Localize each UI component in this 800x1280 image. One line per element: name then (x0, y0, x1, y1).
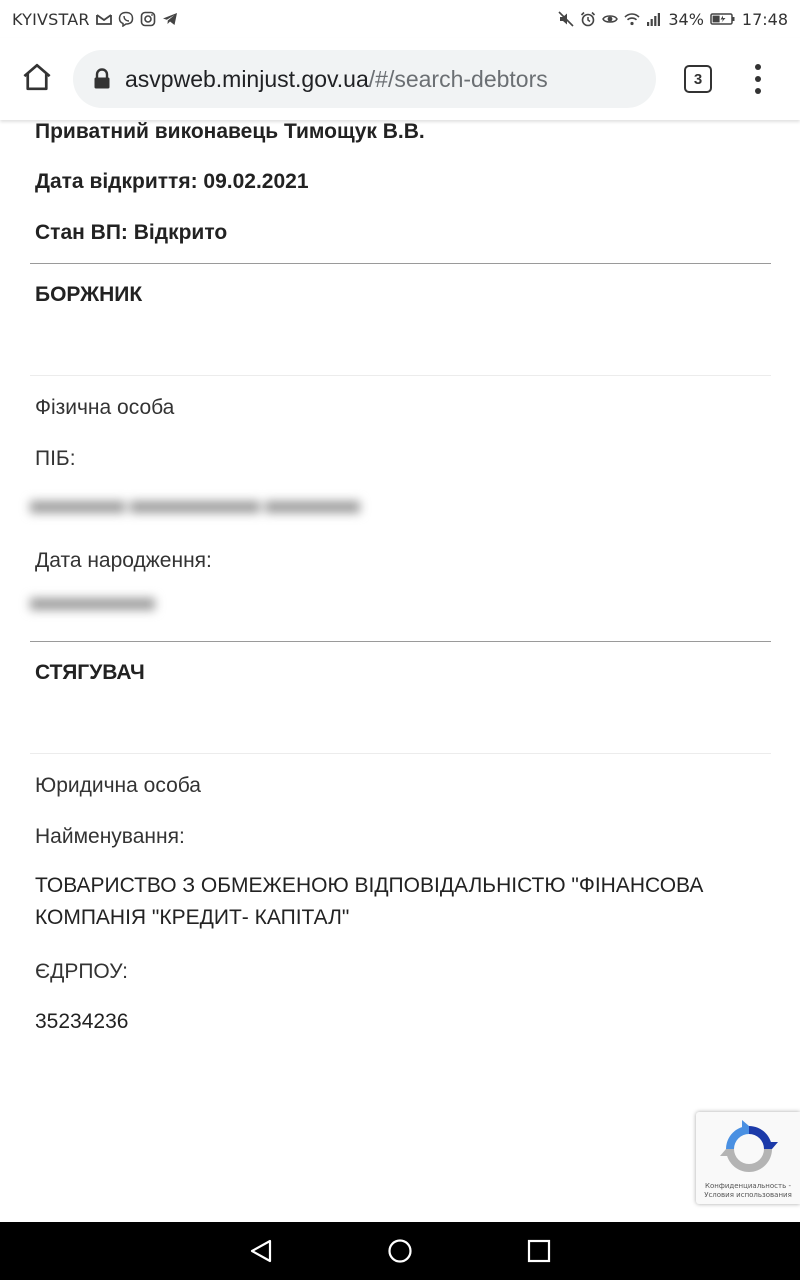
back-icon[interactable] (248, 1238, 274, 1264)
recaptcha-terms-link[interactable]: Условия использования (704, 1191, 792, 1199)
debtor-name-label: ПІБ: (35, 447, 76, 470)
status-left: KYIVSTAR (12, 10, 178, 29)
alarm-icon (580, 11, 596, 27)
url-text: asvpweb.minjust.gov.ua/#/search-debtors (125, 66, 548, 93)
tab-switcher-button[interactable]: 3 (684, 65, 712, 93)
viber-icon (118, 11, 134, 27)
menu-dot (755, 88, 761, 94)
proceeding-status: Стан ВП: Відкрито (35, 221, 228, 244)
debtor-person-type: Фізична особа (35, 396, 175, 419)
overflow-menu-button[interactable] (744, 60, 772, 98)
section-divider (30, 641, 771, 642)
status-right: 34% 17:48 (558, 10, 788, 29)
signal-icon (646, 11, 662, 27)
menu-dot (755, 76, 761, 82)
recaptcha-privacy-link[interactable]: Конфиденциальность (705, 1182, 786, 1190)
redacted-name (30, 501, 360, 521)
home-icon (23, 63, 51, 91)
debtor-birth-label: Дата народження: (35, 549, 212, 572)
url-host: asvpweb.minjust.gov.ua (125, 65, 369, 92)
subsection-divider (30, 375, 771, 376)
subsection-divider (30, 753, 771, 754)
recaptcha-links: Конфиденциальность - Условия использован… (700, 1182, 796, 1200)
section-divider (30, 263, 771, 264)
status-bar: KYIVSTAR 34% 17:48 (0, 0, 800, 38)
address-bar[interactable]: asvpweb.minjust.gov.ua/#/search-debtors (73, 50, 656, 108)
recaptcha-badge[interactable]: Конфиденциальность - Условия использован… (696, 1112, 800, 1204)
creditor-name-label: Найменування: (35, 825, 185, 848)
eye-comfort-icon (602, 11, 619, 27)
system-nav-bar (0, 1222, 800, 1280)
executor-name: Приватний виконавець Тимощук В.В. (35, 120, 425, 143)
debtor-heading: БОРЖНИК (35, 283, 143, 306)
home-nav-icon[interactable] (387, 1238, 413, 1264)
carrier-name: KYIVSTAR (12, 9, 90, 29)
browser-toolbar: asvpweb.minjust.gov.ua/#/search-debtors … (0, 38, 800, 120)
url-path: /#/search-debtors (368, 65, 548, 92)
recent-apps-icon[interactable] (527, 1239, 551, 1263)
lock-icon (93, 68, 111, 90)
gmail-icon (95, 11, 112, 27)
telegram-icon (162, 11, 178, 27)
recaptcha-separator: - (788, 1182, 791, 1190)
menu-dot (755, 64, 761, 70)
instagram-icon (140, 11, 156, 27)
clock: 17:48 (741, 9, 788, 29)
open-date: Дата відкриття: 09.02.2021 (35, 170, 309, 193)
page-content: Приватний виконавець Тимощук В.В. Дата в… (0, 120, 800, 1220)
home-button[interactable] (18, 58, 56, 96)
battery-charging-icon (710, 11, 736, 27)
creditor-heading: СТЯГУВАЧ (35, 661, 145, 684)
redacted-birth-date (30, 598, 160, 618)
battery-percent: 34% (668, 9, 704, 29)
creditor-person-type: Юридична особа (35, 774, 201, 797)
creditor-code-value: 35234236 (35, 1010, 129, 1033)
tab-count: 3 (693, 70, 703, 88)
recaptcha-icon (720, 1120, 778, 1172)
creditor-name-value: ТОВАРИСТВО З ОБМЕЖЕНОЮ ВІДПОВІДАЛЬНІСТЮ … (35, 874, 704, 929)
wifi-icon (624, 11, 640, 27)
creditor-code-label: ЄДРПОУ: (35, 960, 129, 983)
mute-icon (558, 11, 574, 27)
